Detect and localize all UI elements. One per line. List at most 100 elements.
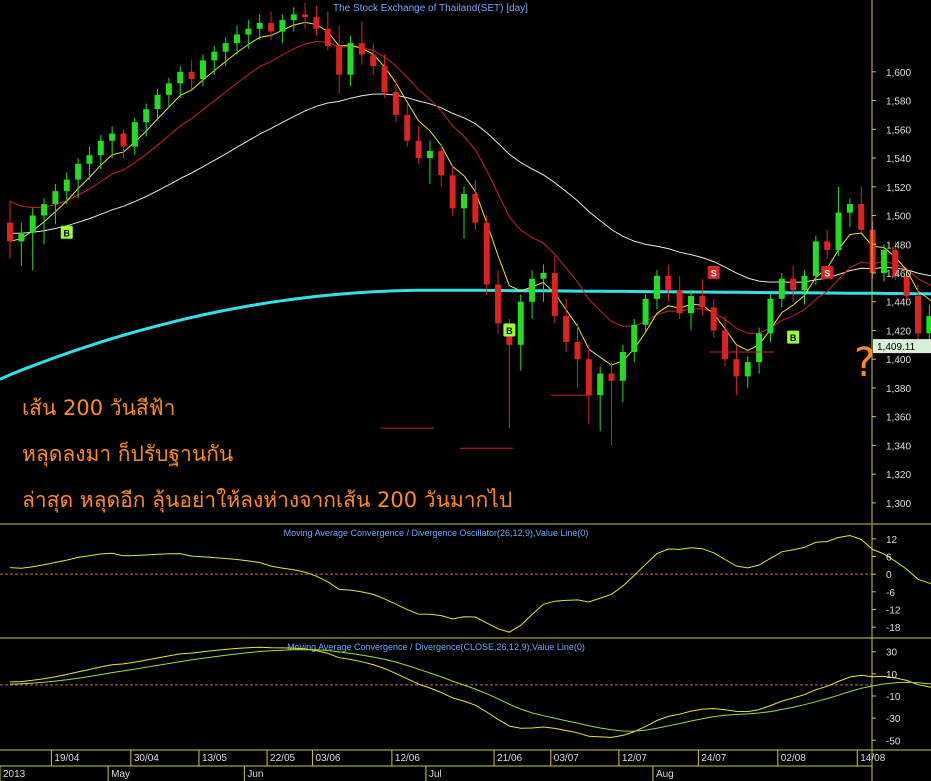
chart-title: The Stock Exchange of Thailand(SET) [day… xyxy=(333,3,528,14)
oscillator-tick-label: 12 xyxy=(886,535,898,546)
candle-body xyxy=(551,272,558,317)
date-tick-label: 12/06 xyxy=(395,753,420,764)
candle-body xyxy=(812,241,819,276)
candle-body xyxy=(324,28,331,46)
candle-body xyxy=(438,150,445,176)
candle-body xyxy=(574,341,581,360)
date-tick-label: 30/04 xyxy=(134,753,159,764)
date-tick-label: 03/06 xyxy=(315,753,340,764)
candle-body xyxy=(597,373,604,396)
signal-label: S xyxy=(711,268,717,278)
last-price-label: 1,409.11 xyxy=(877,342,916,353)
candle-body xyxy=(846,204,853,213)
price-tick-label: 1,600 xyxy=(886,68,911,79)
signal-label: S xyxy=(824,268,830,278)
candle-body xyxy=(858,204,865,230)
annotation-line-1: เส้น 200 วันสีฟ้า xyxy=(22,396,176,420)
candle-body xyxy=(529,278,536,302)
candle-body xyxy=(642,298,649,325)
candle-body xyxy=(370,54,377,67)
candle-body xyxy=(347,43,354,75)
candle-body xyxy=(41,204,48,216)
annotation-line-3: ล่าสุด หลุดอีก ลุ้นอย่าให้ลงห่างจากเส้น … xyxy=(22,488,513,512)
period-label: May xyxy=(111,769,130,780)
candle-body xyxy=(336,45,343,75)
candle-body xyxy=(75,163,82,180)
price-tick-label: 1,400 xyxy=(886,355,911,366)
date-tick-label: 19/04 xyxy=(54,753,79,764)
candle-body xyxy=(756,333,763,363)
price-tick-label: 1,320 xyxy=(886,470,911,481)
macd-tick-label: -10 xyxy=(886,692,901,703)
annotation-line-2: หลุดลงมา ก็ปรับฐานกัน xyxy=(22,442,234,466)
candle-body xyxy=(676,290,683,314)
candle-body xyxy=(404,114,411,141)
oscillator-tick-label: 6 xyxy=(886,553,892,564)
candle-body xyxy=(733,359,740,377)
price-tick-label: 1,560 xyxy=(886,125,911,136)
candle-body xyxy=(631,324,638,353)
candle-body xyxy=(63,179,70,192)
candle-body xyxy=(18,232,25,242)
candle-body xyxy=(653,275,660,299)
date-tick-label: 02/08 xyxy=(781,753,806,764)
period-label: 2013 xyxy=(3,769,26,780)
candle-body xyxy=(290,14,297,21)
candle-body xyxy=(29,215,36,233)
candle-body xyxy=(608,373,615,381)
oscillator-tick-label: -6 xyxy=(886,588,895,599)
candle-body xyxy=(86,155,93,164)
candle-body xyxy=(767,298,774,334)
candle-body xyxy=(540,272,547,279)
candle-body xyxy=(245,28,252,35)
candle-body xyxy=(120,133,127,147)
oscillator-tick-label: -18 xyxy=(886,623,901,634)
candle-body xyxy=(426,150,433,159)
candle-body xyxy=(824,241,831,251)
price-tick-label: 1,520 xyxy=(886,183,911,194)
candle-body xyxy=(665,275,672,291)
candle-body xyxy=(234,34,240,44)
price-tick-label: 1,480 xyxy=(886,240,911,251)
signal-label: B xyxy=(790,333,797,343)
signal-label: B xyxy=(506,326,513,336)
candle-body xyxy=(472,193,479,223)
price-tick-label: 1,360 xyxy=(886,413,911,424)
candle-body xyxy=(415,140,422,159)
candle-body xyxy=(449,175,456,209)
price-tick-label: 1,540 xyxy=(886,154,911,165)
candle-body xyxy=(188,71,195,80)
oscillator-tick-label: -12 xyxy=(886,606,901,617)
candle-body xyxy=(211,51,218,61)
candle-body xyxy=(926,316,931,334)
price-tick-label: 1,340 xyxy=(886,441,911,452)
macd-tick-label: 30 xyxy=(886,648,898,659)
candle-body xyxy=(7,222,13,242)
candle-body xyxy=(619,352,626,381)
candle-body xyxy=(279,20,286,32)
date-tick-label: 24/07 xyxy=(701,753,726,764)
candle-body xyxy=(585,359,592,396)
price-tick-label: 1,440 xyxy=(886,298,911,309)
date-tick-label: 14/08 xyxy=(860,753,885,764)
candle-body xyxy=(915,295,921,334)
candle-body xyxy=(302,14,309,18)
candle-body xyxy=(199,60,206,80)
candle-body xyxy=(710,307,717,331)
candle-body xyxy=(835,212,842,251)
oscillator-tick-label: 0 xyxy=(886,570,892,581)
price-tick-label: 1,380 xyxy=(886,384,911,395)
price-tick-label: 1,460 xyxy=(886,269,911,280)
candle-body xyxy=(699,295,706,308)
period-label: Aug xyxy=(656,769,674,780)
candle-body xyxy=(517,301,524,345)
candle-body xyxy=(790,278,797,291)
period-label: Jul xyxy=(429,769,442,780)
candle-body xyxy=(495,284,502,324)
candle-body xyxy=(313,17,320,29)
price-tick-label: 1,420 xyxy=(886,326,911,337)
candle-body xyxy=(722,330,729,360)
candle-body xyxy=(358,43,365,55)
last-price-tag: 1,409.11 xyxy=(873,339,931,354)
candle-body xyxy=(268,22,275,32)
